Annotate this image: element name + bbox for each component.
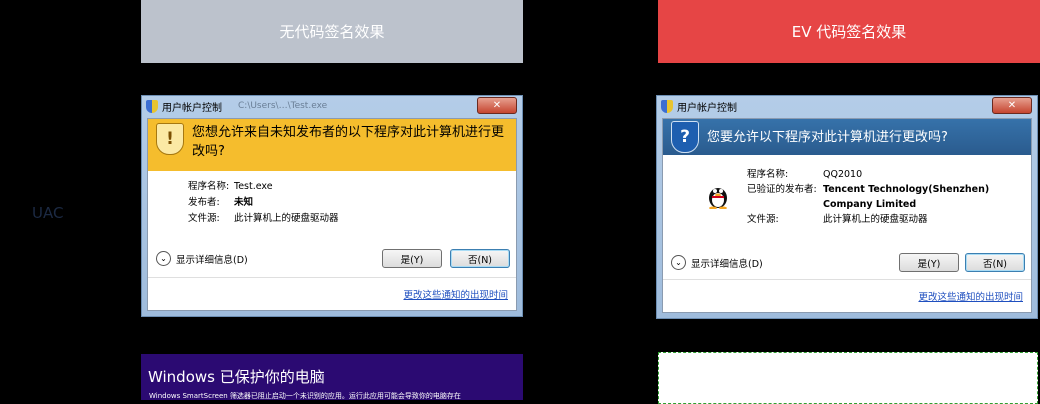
uac-shield-icon: [661, 99, 673, 113]
program-name-value: QQ2010: [823, 169, 863, 180]
smartscreen-ev-placeholder: [658, 352, 1038, 404]
file-source-value: 此计算机上的硬盘驱动器: [234, 213, 339, 224]
header-ev-signature-label: EV 代码签名效果: [791, 23, 907, 41]
program-name-label: 程序名称:: [747, 169, 789, 180]
question-shield-icon: ?: [671, 121, 699, 153]
dialog-body: ? 您要允许以下程序对此计算机进行更改吗? 程序名称: QQ2010 已验证的发布…: [662, 118, 1032, 313]
title-bar: 用户帐户控制: [657, 96, 1037, 116]
program-info: 程序名称: Test.exe 发布者: 未知 文件源: 此计算机上的硬盘驱动器: [188, 179, 339, 227]
change-notification-link[interactable]: 更改这些通知的出现时间: [918, 289, 1023, 303]
change-notification-link[interactable]: 更改这些通知的出现时间: [403, 287, 508, 301]
warning-banner: ! 您想允许来自未知发布者的以下程序对此计算机进行更改吗?: [148, 119, 516, 171]
header-ev-signature: EV 代码签名效果: [658, 0, 1040, 63]
window-title-blurred: C:\Users\…\Test.exe: [238, 101, 328, 111]
title-bar: 用户帐户控制 C:\Users\…\Test.exe: [142, 96, 522, 116]
chevron-down-icon: ⌄: [671, 255, 686, 270]
dialog-body: ! 您想允许来自未知发布者的以下程序对此计算机进行更改吗? 程序名称: Test.…: [147, 118, 517, 311]
warning-shield-icon: !: [156, 123, 184, 155]
publisher-value: Tencent Technology(Shenzhen): [823, 184, 990, 195]
yes-button[interactable]: 是(Y): [899, 253, 959, 272]
smartscreen-title: Windows 已保护你的电脑: [148, 368, 325, 386]
publisher-value-line2: Company Limited: [823, 199, 917, 210]
smartscreen-description: Windows SmartScreen 筛选器已阻止启动一个未识别的应用。运行此…: [149, 392, 461, 400]
uac-question: 您想允许来自未知发布者的以下程序对此计算机进行更改吗?: [192, 125, 505, 159]
header-no-signature: 无代码签名效果: [141, 0, 523, 63]
program-info: 程序名称: QQ2010 已验证的发布者: Tencent Technology(S…: [747, 167, 989, 227]
file-source-label: 文件源:: [188, 213, 220, 224]
no-button[interactable]: 否(N): [450, 249, 510, 268]
window-title: 用户帐户控制: [677, 102, 737, 114]
publisher-value: 未知: [234, 197, 254, 208]
yes-button[interactable]: 是(Y): [382, 249, 442, 268]
window-title: 用户帐户控制: [162, 102, 222, 114]
uac-dialog-unsigned: 用户帐户控制 C:\Users\…\Test.exe ✕ ! 您想允许来自未知发…: [141, 95, 523, 317]
show-details-toggle[interactable]: ⌄ 显示详细信息(D): [156, 251, 248, 266]
show-details-label: 显示详细信息(D): [176, 254, 248, 266]
divider: [148, 277, 516, 278]
file-source-label: 文件源:: [747, 214, 779, 225]
row-label-uac: UAC: [32, 204, 64, 222]
uac-shield-icon: [146, 99, 158, 113]
qq-penguin-icon: [709, 188, 727, 209]
file-source-value: 此计算机上的硬盘驱动器: [823, 214, 928, 225]
uac-question: 您要允许以下程序对此计算机进行更改吗?: [707, 129, 948, 145]
no-button[interactable]: 否(N): [965, 253, 1025, 272]
show-details-toggle[interactable]: ⌄ 显示详细信息(D): [671, 255, 763, 270]
smartscreen-unsigned: Windows 已保护你的电脑 Windows SmartScreen 筛选器已…: [141, 354, 523, 400]
chevron-down-icon: ⌄: [156, 251, 171, 266]
program-name-value: Test.exe: [234, 181, 273, 192]
program-name-label: 程序名称:: [188, 181, 230, 192]
divider: [663, 279, 1031, 280]
uac-dialog-ev-signed: 用户帐户控制 ✕ ? 您要允许以下程序对此计算机进行更改吗? 程序名称: QQ20…: [656, 95, 1038, 319]
close-button[interactable]: ✕: [992, 97, 1032, 114]
header-no-signature-label: 无代码签名效果: [279, 23, 385, 41]
close-button[interactable]: ✕: [477, 97, 517, 114]
publisher-label: 发布者:: [188, 197, 220, 208]
show-details-label: 显示详细信息(D): [691, 258, 763, 270]
publisher-label: 已验证的发布者:: [747, 184, 817, 195]
verified-banner: ? 您要允许以下程序对此计算机进行更改吗?: [663, 119, 1031, 155]
